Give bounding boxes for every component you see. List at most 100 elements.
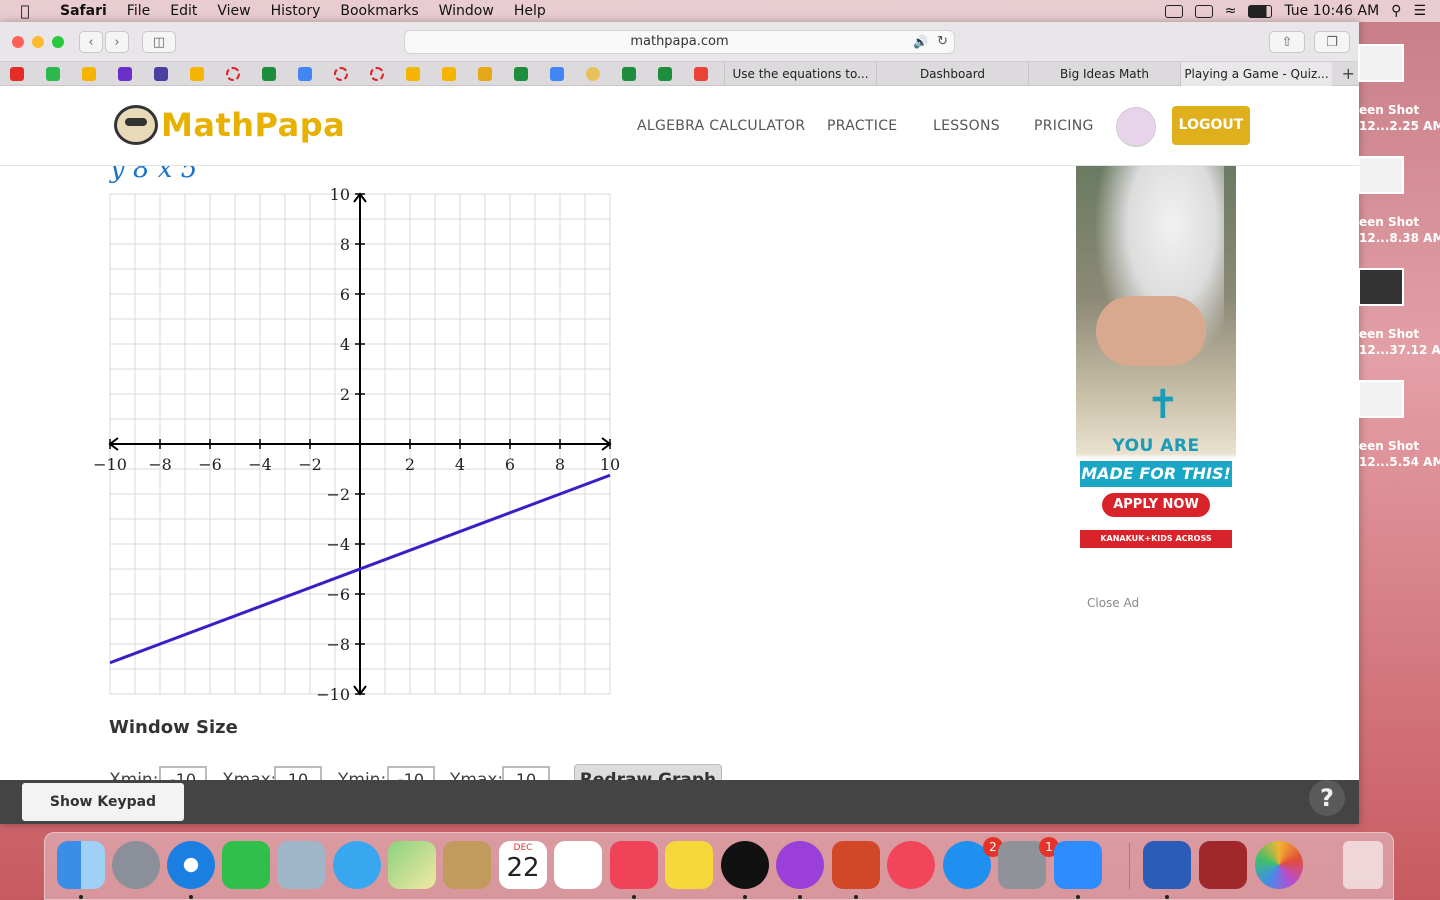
safari-icon[interactable] xyxy=(167,841,215,889)
menu-help[interactable]: Help xyxy=(504,0,556,22)
site-logo[interactable]: MathPapa xyxy=(161,106,345,144)
photos-icon[interactable] xyxy=(1255,841,1303,889)
nav-practice[interactable]: PRACTICE xyxy=(827,118,897,134)
wifi-icon[interactable]: ≈ xyxy=(1225,3,1237,19)
facetime-icon[interactable] xyxy=(222,841,270,889)
user-avatar[interactable] xyxy=(1116,107,1156,147)
purple-c-favicon[interactable] xyxy=(118,67,132,81)
desktop-screenshot-label-2[interactable]: een Shot 12...8.38 AM xyxy=(1359,214,1440,246)
menubar-clock[interactable]: Tue 10:46 AM xyxy=(1284,3,1379,19)
menu-view[interactable]: View xyxy=(207,0,260,22)
launchpad-icon[interactable] xyxy=(112,841,160,889)
zoom-icon[interactable] xyxy=(1054,841,1102,889)
desktop-screenshot-label-4[interactable]: een Shot 12...5.54 AM xyxy=(1359,438,1440,470)
minimize-window-button[interactable] xyxy=(32,36,44,48)
address-bar[interactable]: mathpapa.com 🔊 ↻ xyxy=(404,30,955,54)
notification-center-icon[interactable]: ☰ xyxy=(1413,3,1426,19)
menu-window[interactable]: Window xyxy=(429,0,504,22)
news-icon[interactable] xyxy=(887,841,935,889)
menu-history[interactable]: History xyxy=(261,0,331,22)
menu-file[interactable]: File xyxy=(117,0,160,22)
xmax-input[interactable]: 10 xyxy=(274,766,322,780)
desktop-screenshot-thumb-2[interactable] xyxy=(1358,156,1404,194)
reload-icon[interactable]: ↻ xyxy=(937,31,948,53)
notes-icon[interactable] xyxy=(665,841,713,889)
forward-button[interactable]: › xyxy=(105,31,129,53)
powerpoint-icon[interactable] xyxy=(832,841,880,889)
share-button[interactable]: ⇧ xyxy=(1269,31,1305,53)
photo-booth-icon[interactable] xyxy=(1199,841,1247,889)
slides-favicon-4[interactable] xyxy=(442,67,456,81)
close-ad-link[interactable]: Close Ad xyxy=(1087,596,1139,610)
gmail-favicon[interactable] xyxy=(694,67,708,81)
menu-app[interactable]: Safari xyxy=(50,0,117,22)
desktop-screenshot-thumb-1[interactable] xyxy=(1358,44,1404,82)
browser-toolbar: ‹ › ◫ mathpapa.com 🔊 ↻ ⇧ ❐ xyxy=(0,22,1359,62)
logout-button[interactable]: LOGOUT xyxy=(1172,106,1250,145)
apple-tv-icon[interactable] xyxy=(721,841,769,889)
face-favicon[interactable] xyxy=(586,67,600,81)
desktop-screenshot-thumb-4[interactable] xyxy=(1358,380,1404,418)
menu-edit[interactable]: Edit xyxy=(160,0,207,22)
green-c-favicon[interactable] xyxy=(46,67,60,81)
calendar-favicon[interactable] xyxy=(154,67,168,81)
classroom-favicon-3[interactable] xyxy=(622,67,636,81)
nav-pricing[interactable]: PRICING xyxy=(1034,118,1094,134)
new-tab-button[interactable]: + xyxy=(1342,62,1355,86)
screen-record-icon[interactable] xyxy=(1164,4,1183,18)
redraw-graph-button[interactable]: Redraw Graph xyxy=(574,764,722,780)
tab-playing-a-game[interactable]: Playing a Game - Quiz... xyxy=(1180,62,1332,86)
maps-icon[interactable] xyxy=(388,841,436,889)
back-button[interactable]: ‹ xyxy=(79,31,103,53)
reminders-icon[interactable] xyxy=(554,841,602,889)
sidebar-toggle-button[interactable]: ◫ xyxy=(142,31,176,53)
ymin-input[interactable]: -10 xyxy=(387,766,435,780)
ad-apply-button[interactable]: APPLY NOW xyxy=(1102,493,1210,517)
tab-big-ideas-math[interactable]: Big Ideas Math xyxy=(1028,62,1180,86)
menu-bookmarks[interactable]: Bookmarks xyxy=(330,0,428,22)
red-circle-favicon-3[interactable] xyxy=(370,67,384,81)
desktop-screenshot-label-1[interactable]: een Shot 12...2.25 AM xyxy=(1359,102,1440,134)
nav-lessons[interactable]: LESSONS xyxy=(933,118,1000,134)
zoom-window-button[interactable] xyxy=(52,36,64,48)
trash-icon[interactable] xyxy=(1343,841,1383,889)
classroom-favicon-2[interactable] xyxy=(514,67,528,81)
help-button[interactable]: ? xyxy=(1309,780,1345,816)
audio-playing-icon[interactable]: 🔊 xyxy=(913,31,928,53)
preview-icon[interactable] xyxy=(277,841,325,889)
music-icon[interactable] xyxy=(610,841,658,889)
yellow-favicon[interactable] xyxy=(478,67,492,81)
advertisement[interactable]: ✝ YOU ARE MADE FOR THIS! APPLY NOW KANAK… xyxy=(1076,166,1236,550)
apple-menu-icon[interactable]:  xyxy=(0,2,50,20)
contacts-icon[interactable] xyxy=(443,841,491,889)
show-keypad-button[interactable]: Show Keypad xyxy=(22,783,184,821)
tab-use-the-equations[interactable]: Use the equations to... xyxy=(724,62,876,86)
docs-favicon[interactable] xyxy=(298,67,312,81)
red-circle-favicon[interactable] xyxy=(226,67,240,81)
keyboard-icon[interactable] xyxy=(1194,4,1213,18)
desktop-screenshot-thumb-3[interactable] xyxy=(1358,268,1404,306)
tab-overview-button[interactable]: ❐ xyxy=(1314,31,1350,53)
podcasts-icon[interactable] xyxy=(776,841,824,889)
slides-favicon-3[interactable] xyxy=(406,67,420,81)
youtube-favicon[interactable] xyxy=(10,67,24,81)
xmin-input[interactable]: -10 xyxy=(159,766,207,780)
finder-icon[interactable] xyxy=(57,841,105,889)
calendar-icon[interactable]: DEC 22 xyxy=(499,841,547,889)
close-window-button[interactable] xyxy=(12,36,24,48)
battery-icon[interactable] xyxy=(1248,4,1273,18)
ymax-input[interactable]: 10 xyxy=(502,766,550,780)
classroom-favicon[interactable] xyxy=(262,67,276,81)
desktop-screenshot-label-3[interactable]: een Shot 12...37.12 AM xyxy=(1359,326,1440,358)
nav-algebra-calculator[interactable]: ALGEBRA CALCULATOR xyxy=(637,118,805,134)
mathpapa-logo-icon[interactable] xyxy=(114,105,158,145)
docs-favicon-2[interactable] xyxy=(550,67,564,81)
classroom-favicon-4[interactable] xyxy=(658,67,672,81)
slides-favicon-2[interactable] xyxy=(190,67,204,81)
messages-icon[interactable] xyxy=(333,841,381,889)
tab-dashboard[interactable]: Dashboard xyxy=(876,62,1028,86)
slides-favicon[interactable] xyxy=(82,67,96,81)
red-circle-favicon-2[interactable] xyxy=(334,67,348,81)
spotlight-search-icon[interactable]: ⚲ xyxy=(1391,3,1401,19)
word-icon[interactable] xyxy=(1143,841,1191,889)
